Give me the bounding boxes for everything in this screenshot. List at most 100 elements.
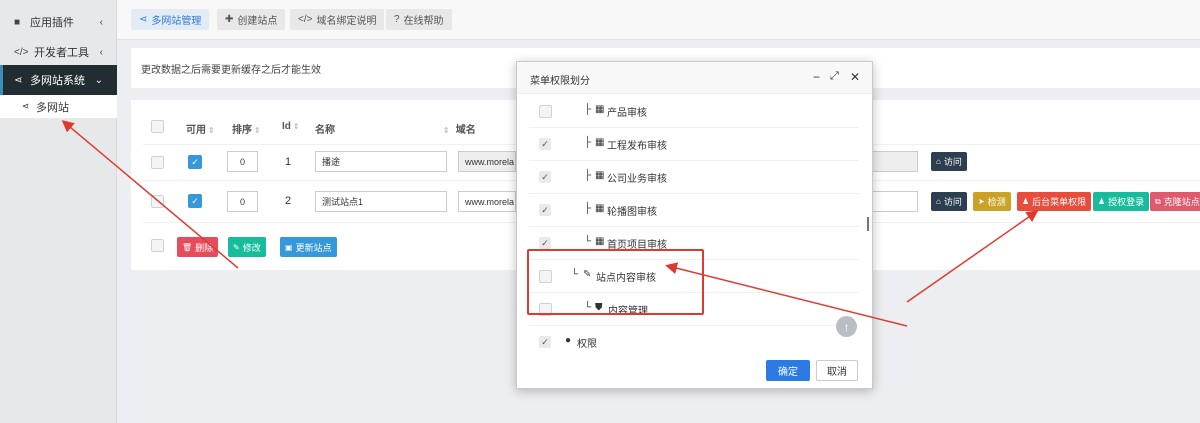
table-icon: ▦: [595, 170, 605, 181]
row-checkbox[interactable]: ✓: [539, 138, 551, 150]
dialog-footer: 确定 取消: [517, 349, 872, 389]
trash-icon: 🗑: [182, 242, 193, 252]
tree-label: 产品审核: [607, 108, 647, 119]
header-domain[interactable]: ⇕ 域名: [441, 121, 476, 136]
select-all-checkbox[interactable]: [151, 120, 164, 133]
table-icon: ▦: [595, 236, 605, 247]
code-icon: </>: [14, 46, 29, 58]
sidebar-item-multisite[interactable]: ⋖ 多网站系统 ⌄: [0, 65, 117, 95]
tree-label: 工程发布审核: [607, 141, 667, 152]
sidebar-item-plugins[interactable]: ■ 应用插件 ‹: [0, 7, 117, 37]
sidebar-item-label: 开发者工具: [34, 47, 89, 59]
sidebar-subitem-label: 多网站: [36, 101, 69, 114]
clone-site-button[interactable]: ⧉ 克隆站点: [1150, 192, 1200, 211]
sidebar-subitem-site[interactable]: ⋖ 多网站: [0, 95, 117, 118]
tree-row[interactable]: ✓ ├ ▦ 轮播图审核: [529, 194, 859, 227]
tab-label: 创建站点: [237, 16, 278, 27]
select-all-checkbox-bottom[interactable]: [151, 239, 164, 252]
enabled-checkbox[interactable]: ✓: [188, 194, 202, 208]
menu-permission-button[interactable]: ♟ 后台菜单权限: [1017, 192, 1092, 211]
chevron-down-icon: ⌄: [94, 74, 103, 86]
tree-prefix: ├: [584, 137, 592, 148]
row-checkbox[interactable]: [151, 195, 164, 208]
check-button[interactable]: ➤ 检测: [973, 192, 1011, 211]
dialog-title: 菜单权限划分: [530, 76, 590, 87]
header-label: 排序: [232, 125, 252, 136]
tree-row[interactable]: ✓ ├ ▦ 工程发布审核: [529, 128, 859, 161]
cancel-button[interactable]: 取消: [816, 360, 858, 381]
sort-icon: ⇕: [443, 126, 450, 135]
row-checkbox[interactable]: ✓: [539, 336, 551, 348]
users-icon: ♟: [1022, 197, 1030, 206]
puzzle-icon: ■: [14, 16, 21, 28]
confirm-button[interactable]: 确定: [766, 360, 810, 381]
button-label: 后台菜单权限: [1032, 197, 1087, 207]
permission-dialog: 菜单权限划分 − ⤢ ✕ ├ ▦ 产品审核 ✓ ├ ▦ 工程发布审核 ✓ ├ ▦…: [516, 61, 873, 389]
order-input[interactable]: 0: [227, 191, 258, 212]
header-name[interactable]: 名称: [315, 121, 335, 136]
chevron-left-icon: ‹: [99, 16, 103, 28]
question-icon: ?: [394, 14, 400, 25]
user-icon: ♟: [1098, 197, 1106, 206]
maximize-icon[interactable]: ⤢: [830, 70, 839, 83]
row-checkbox[interactable]: ✓: [539, 237, 551, 249]
close-icon[interactable]: ✕: [850, 70, 860, 84]
domain-input-tail: [872, 151, 918, 172]
auth-login-button[interactable]: ♟ 授权登录: [1093, 192, 1150, 211]
scroll-top-icon[interactable]: ↑: [836, 316, 857, 337]
edit-button[interactable]: ✎ 修改: [228, 237, 266, 257]
tree-row[interactable]: ✓ ● 权限: [529, 326, 859, 349]
tree-label: 权限: [577, 339, 597, 349]
plus-icon: ✚: [225, 14, 234, 25]
header-label: Id: [282, 121, 291, 132]
code-icon: </>: [298, 14, 313, 25]
header-label: 名称: [315, 125, 335, 136]
tree-prefix: ├: [584, 170, 592, 181]
button-label: 授权登录: [1108, 197, 1145, 207]
button-label: 修改: [242, 242, 261, 253]
share-icon: ⋖: [22, 101, 30, 111]
header-enabled[interactable]: 可用 ⇕: [186, 121, 215, 136]
tab-domain-binding[interactable]: </> 域名绑定说明: [290, 9, 385, 30]
tab-create-site[interactable]: ✚ 创建站点: [217, 9, 286, 30]
tree-prefix: ├: [584, 203, 592, 214]
tree-label: 公司业务审核: [607, 174, 667, 185]
row-checkbox[interactable]: ✓: [539, 171, 551, 183]
visit-button[interactable]: ⌂ 访问: [931, 192, 967, 211]
minimize-icon[interactable]: −: [813, 70, 820, 84]
button-label: 访问: [943, 157, 962, 167]
dialog-header: 菜单权限划分 − ⤢ ✕: [517, 62, 872, 94]
send-icon: ➤: [978, 197, 985, 206]
tab-online-help[interactable]: ? 在线帮助: [386, 9, 452, 30]
tree-prefix: ├: [584, 104, 592, 115]
update-site-button[interactable]: ▣ 更新站点: [280, 237, 337, 257]
sidebar-item-devtools[interactable]: </> 开发者工具 ‹: [0, 37, 117, 67]
row-checkbox[interactable]: [151, 156, 164, 169]
dialog-scrollbar[interactable]: [867, 217, 869, 231]
sort-icon: ⇕: [208, 126, 215, 135]
edit-icon: ✎: [233, 242, 240, 252]
tree-row[interactable]: ├ ▦ 产品审核: [529, 95, 859, 128]
row-checkbox[interactable]: [539, 105, 552, 118]
header-id[interactable]: Id ⇕: [282, 121, 300, 132]
tree-row[interactable]: ✓ ├ ▦ 公司业务审核: [529, 161, 859, 194]
table-icon: ▦: [595, 203, 605, 214]
table-icon: ▦: [595, 137, 605, 148]
row-checkbox[interactable]: ✓: [539, 204, 551, 216]
delete-button[interactable]: 🗑 删除: [177, 237, 219, 257]
highlight-box: [527, 249, 704, 315]
tab-label: 多网站管理: [151, 16, 202, 27]
domain-input[interactable]: www.morela: [458, 151, 516, 172]
domain-input[interactable]: www.morela: [458, 191, 516, 212]
tree-prefix: └: [584, 236, 592, 247]
visit-button[interactable]: ⌂ 访问: [931, 152, 967, 171]
row-id: 2: [285, 195, 292, 207]
tab-site-management[interactable]: ⋖ 多网站管理: [131, 9, 210, 30]
share-icon: ⋖: [14, 74, 23, 86]
name-input[interactable]: 测试站点1: [315, 191, 447, 212]
header-order[interactable]: 排序 ⇕: [232, 121, 261, 136]
domain-input-tail: [872, 191, 918, 212]
enabled-checkbox[interactable]: ✓: [188, 155, 202, 169]
order-input[interactable]: 0: [227, 151, 258, 172]
name-input[interactable]: 播途: [315, 151, 447, 172]
